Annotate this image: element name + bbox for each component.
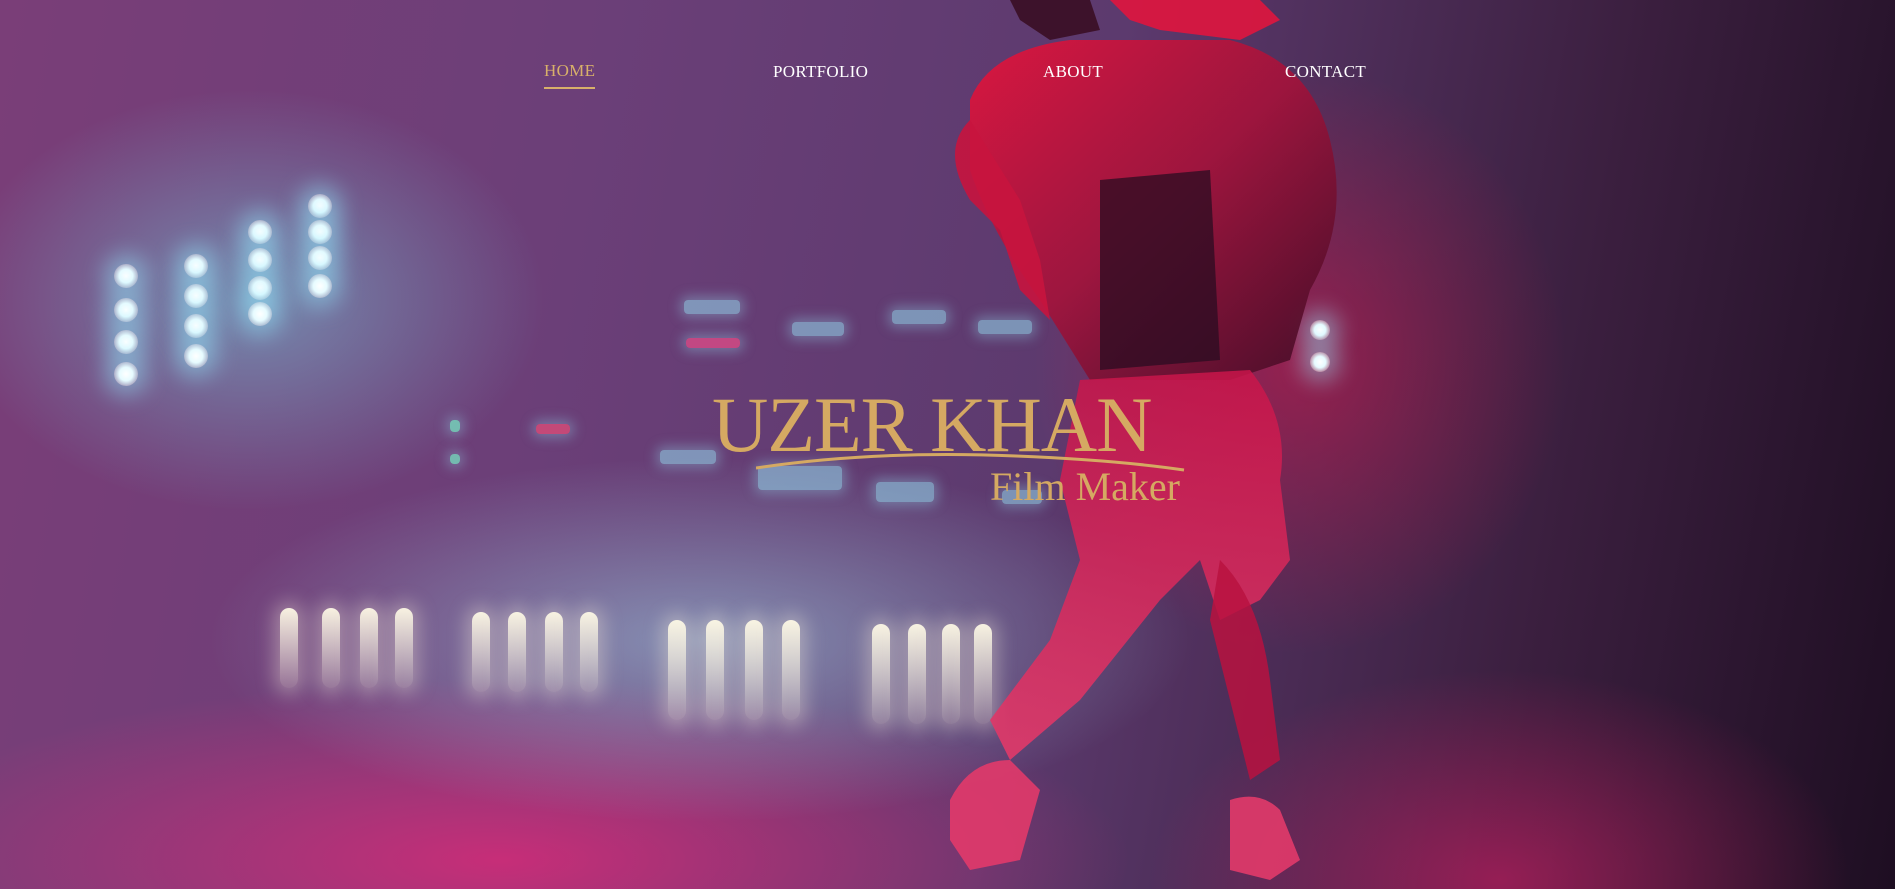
hero-background: HOME PORTFOLIO ABOUT CONTACT UZER KHAN F…	[0, 0, 1895, 889]
main-navigation: HOME PORTFOLIO ABOUT CONTACT	[0, 0, 1895, 120]
nav-link-about[interactable]: ABOUT	[1043, 62, 1103, 82]
nav-link-home[interactable]: HOME	[544, 61, 596, 89]
brand-logo: UZER KHAN Film Maker	[0, 380, 1895, 520]
brand-subtitle: Film Maker	[990, 464, 1180, 509]
nav-link-portfolio[interactable]: PORTFOLIO	[773, 62, 868, 82]
nav-link-contact[interactable]: CONTACT	[1285, 62, 1366, 82]
